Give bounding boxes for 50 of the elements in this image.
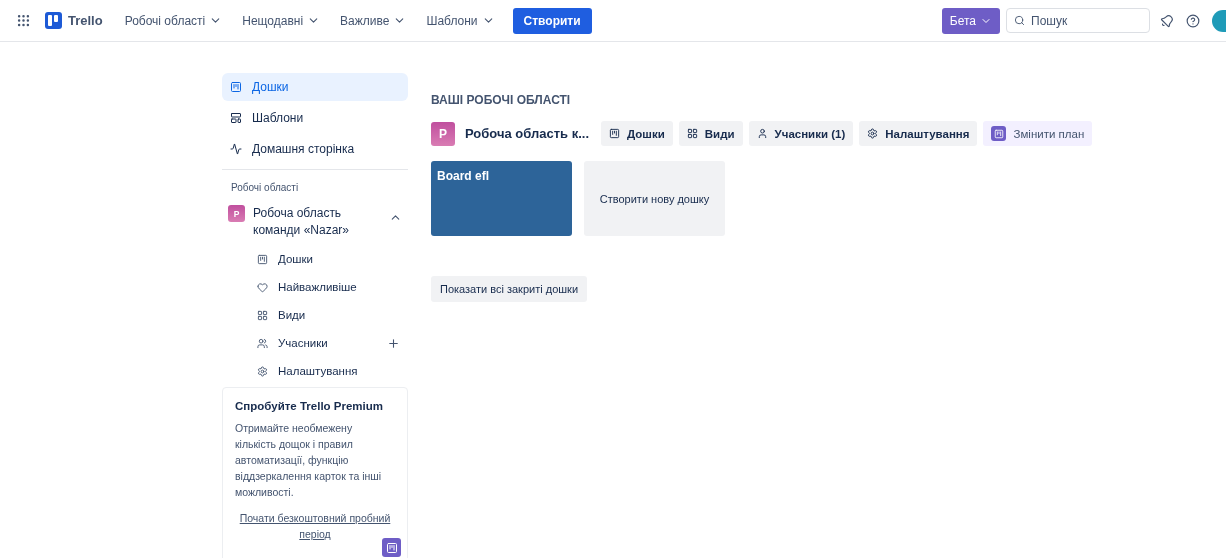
brand-name[interactable]: Trello xyxy=(68,13,103,28)
workspace-badge: P xyxy=(431,121,455,146)
workspace-tab[interactable]: Учасники (1) xyxy=(748,121,854,146)
workspace-menu-item[interactable]: Учасники xyxy=(278,337,328,349)
gear-icon xyxy=(867,128,879,139)
premium-title: Спробуйте Trello Premium xyxy=(235,400,385,412)
workspace-tab[interactable]: Налаштування xyxy=(859,121,978,146)
nav-menu-button[interactable]: Нещодавні xyxy=(234,7,329,34)
workspace-tab[interactable]: Дошки xyxy=(601,121,673,146)
workspace-menu-item[interactable]: Дошки xyxy=(278,253,313,265)
workspace-name[interactable]: Робоча область команди «Nazar» xyxy=(253,205,381,239)
workspace-name: Робоча область к... xyxy=(465,126,589,141)
apps-grid-icon[interactable] xyxy=(16,13,31,28)
template-icon xyxy=(230,112,242,124)
help-icon[interactable] xyxy=(1186,13,1200,28)
upgrade-button[interactable]: Змінити план xyxy=(983,121,1093,146)
workspace-menu-icon xyxy=(257,309,268,321)
closed-boards-button[interactable]: Показати всі закриті дошки xyxy=(431,276,588,302)
workspace-menu-item[interactable]: Налаштування xyxy=(278,365,358,377)
trial-link[interactable]: Почати безкоштовний пробний період xyxy=(235,510,395,542)
search-field[interactable]: Пошук xyxy=(1006,8,1150,33)
workspace-menu-icon xyxy=(257,281,268,293)
workspace-tab[interactable]: Види xyxy=(678,121,743,146)
premium-text: Отримайте необмежену кількість дощок і правил автоматизації, функцію віддзеркалення карток та інші можливості. xyxy=(235,421,383,500)
beta-button[interactable]: Бета xyxy=(941,7,1000,34)
trello-logo-icon xyxy=(45,12,62,29)
board-icon xyxy=(609,128,620,139)
board-tile[interactable]: Board efl xyxy=(431,161,572,236)
nav-menu-button[interactable]: Шаблони xyxy=(418,7,503,34)
nav-menu-button[interactable]: Робочі області xyxy=(116,7,231,34)
pulse-icon xyxy=(230,143,242,155)
sidebar-item[interactable]: Шаблони xyxy=(222,104,408,132)
workspace-menu-icon xyxy=(257,365,268,377)
sidebar-item[interactable]: Домашня сторінка xyxy=(222,135,408,163)
workspace-menu-icon xyxy=(257,337,268,349)
create-board-button[interactable]: Створити нову дошку xyxy=(584,161,725,236)
section-heading: ВАШІ РОБОЧІ ОБЛАСТІ xyxy=(431,93,572,107)
sidebar-item[interactable]: Дошки xyxy=(222,73,408,101)
grid-icon xyxy=(686,128,698,139)
workspace-menu-icon xyxy=(257,253,268,265)
workspace-menu-item[interactable]: Види xyxy=(278,309,306,321)
section-title: Робочі області xyxy=(230,182,300,193)
search-icon xyxy=(1014,15,1025,26)
plus-icon[interactable] xyxy=(387,336,400,350)
workspace-menu-item[interactable]: Найважливіше xyxy=(278,281,357,293)
board-icon xyxy=(230,81,242,93)
nav-menu-button[interactable]: Важливе xyxy=(332,7,415,34)
person-icon xyxy=(756,128,768,139)
create-button[interactable]: Створити xyxy=(512,7,592,34)
workspace-badge: P xyxy=(228,205,245,222)
